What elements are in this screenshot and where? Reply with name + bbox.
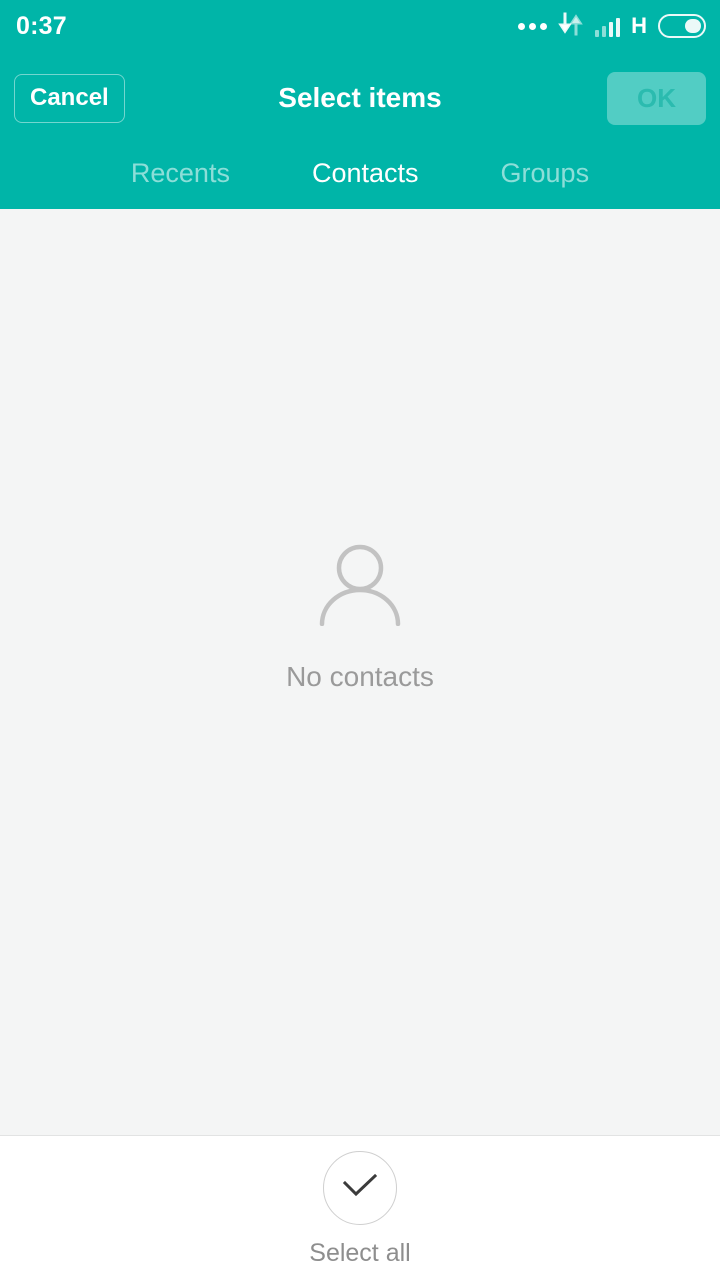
person-outline-icon xyxy=(314,542,406,631)
app-screen: 0:37 H Cancel Select items OK Recents Co… xyxy=(0,0,720,1280)
contacts-list-area: No contacts xyxy=(0,209,720,1136)
data-transfer-arrows-icon xyxy=(557,12,584,41)
ok-button[interactable]: OK xyxy=(607,71,706,125)
bottom-action-bar: Select all xyxy=(0,1136,720,1280)
select-all-label: Select all xyxy=(309,1239,411,1267)
signal-bars-icon xyxy=(594,16,621,37)
empty-state-text: No contacts xyxy=(286,660,434,692)
network-type-label: H xyxy=(631,13,647,38)
tab-bar: Recents Contacts Groups xyxy=(0,144,720,206)
status-clock: 0:37 xyxy=(16,11,67,40)
header: 0:37 H Cancel Select items OK Recents Co… xyxy=(0,0,720,209)
status-icons: H xyxy=(517,12,706,41)
action-bar: Cancel Select items OK xyxy=(0,52,720,144)
empty-state: No contacts xyxy=(286,542,434,693)
select-all-button[interactable] xyxy=(323,1151,397,1225)
tab-groups[interactable]: Groups xyxy=(495,154,596,193)
battery-icon xyxy=(658,14,706,38)
status-bar: 0:37 H xyxy=(0,0,720,52)
tab-contacts[interactable]: Contacts xyxy=(306,154,425,193)
tab-recents[interactable]: Recents xyxy=(125,154,236,193)
more-dots-icon xyxy=(517,22,547,30)
check-icon xyxy=(340,1172,380,1205)
cancel-button[interactable]: Cancel xyxy=(14,73,125,123)
